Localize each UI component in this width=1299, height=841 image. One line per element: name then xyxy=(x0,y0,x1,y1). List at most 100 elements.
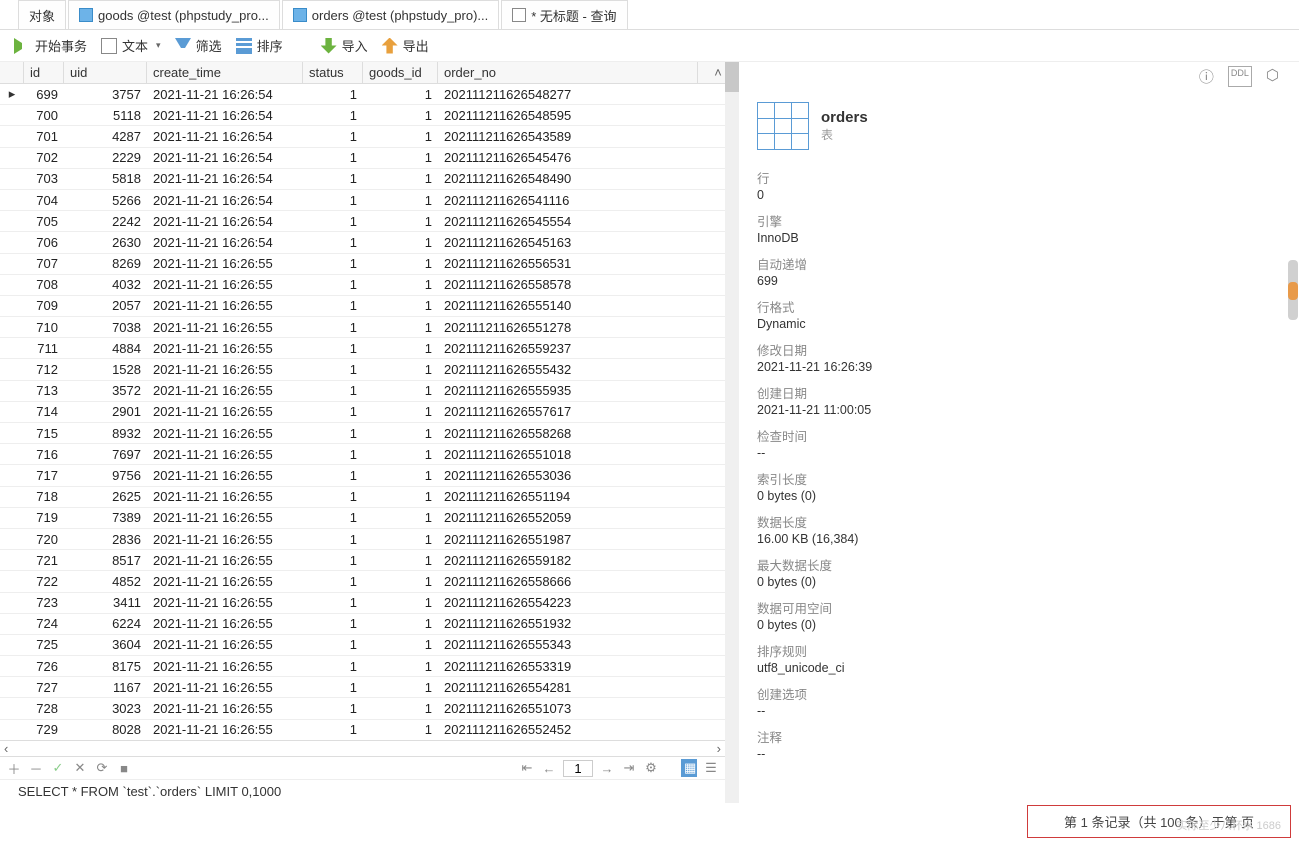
cell-goods-id[interactable]: 1 xyxy=(363,317,438,337)
first-page-button[interactable]: ⇤ xyxy=(519,760,535,776)
cell-create-time[interactable]: 2021-11-21 16:26:55 xyxy=(147,317,303,337)
cell-uid[interactable]: 4884 xyxy=(64,338,147,358)
cell-goods-id[interactable]: 1 xyxy=(363,550,438,570)
cell-id[interactable]: 722 xyxy=(24,571,64,591)
cell-order-no[interactable]: 202111211626555935 xyxy=(438,381,698,401)
cell-create-time[interactable]: 2021-11-21 16:26:55 xyxy=(147,529,303,549)
cell-status[interactable]: 1 xyxy=(303,338,363,358)
cell-order-no[interactable]: 202111211626551194 xyxy=(438,487,698,507)
cell-uid[interactable]: 2625 xyxy=(64,487,147,507)
cell-create-time[interactable]: 2021-11-21 16:26:55 xyxy=(147,508,303,528)
horizontal-scrollbar[interactable]: ‹› xyxy=(0,740,725,756)
cell-create-time[interactable]: 2021-11-21 16:26:55 xyxy=(147,593,303,613)
cell-goods-id[interactable]: 1 xyxy=(363,148,438,168)
cell-order-no[interactable]: 202111211626551987 xyxy=(438,529,698,549)
cell-status[interactable]: 1 xyxy=(303,148,363,168)
cell-goods-id[interactable]: 1 xyxy=(363,359,438,379)
cell-order-no[interactable]: 202111211626541116 xyxy=(438,190,698,210)
cell-status[interactable]: 1 xyxy=(303,190,363,210)
cell-order-no[interactable]: 202111211626558666 xyxy=(438,571,698,591)
col-create-time[interactable]: create_time xyxy=(147,62,303,83)
grid-view-button[interactable]: ▦ xyxy=(681,759,697,777)
cell-uid[interactable]: 7389 xyxy=(64,508,147,528)
last-page-button[interactable]: ⇥ xyxy=(621,760,637,776)
cell-id[interactable]: 710 xyxy=(24,317,64,337)
cell-goods-id[interactable]: 1 xyxy=(363,529,438,549)
table-row[interactable]: 714 2901 2021-11-21 16:26:55 1 1 2021112… xyxy=(0,402,725,423)
cell-uid[interactable]: 9756 xyxy=(64,465,147,485)
cell-uid[interactable]: 7697 xyxy=(64,444,147,464)
table-row[interactable]: 706 2630 2021-11-21 16:26:54 1 1 2021112… xyxy=(0,232,725,253)
cell-id[interactable]: 701 xyxy=(24,126,64,146)
col-order-no[interactable]: order_no xyxy=(438,62,698,83)
cell-uid[interactable]: 5118 xyxy=(64,105,147,125)
cell-goods-id[interactable]: 1 xyxy=(363,84,438,104)
table-row[interactable]: 709 2057 2021-11-21 16:26:55 1 1 2021112… xyxy=(0,296,725,317)
table-row[interactable]: ▸ 699 3757 2021-11-21 16:26:54 1 1 20211… xyxy=(0,84,725,105)
table-row[interactable]: 723 3411 2021-11-21 16:26:55 1 1 2021112… xyxy=(0,593,725,614)
cell-create-time[interactable]: 2021-11-21 16:26:55 xyxy=(147,444,303,464)
cell-goods-id[interactable]: 1 xyxy=(363,593,438,613)
cell-goods-id[interactable]: 1 xyxy=(363,487,438,507)
cell-id[interactable]: 708 xyxy=(24,275,64,295)
cell-status[interactable]: 1 xyxy=(303,84,363,104)
cell-status[interactable]: 1 xyxy=(303,402,363,422)
cell-status[interactable]: 1 xyxy=(303,465,363,485)
cell-uid[interactable]: 4852 xyxy=(64,571,147,591)
cell-create-time[interactable]: 2021-11-21 16:26:54 xyxy=(147,169,303,189)
col-id[interactable]: id xyxy=(24,62,64,83)
cell-id[interactable]: 723 xyxy=(24,593,64,613)
cell-create-time[interactable]: 2021-11-21 16:26:54 xyxy=(147,126,303,146)
cell-id[interactable]: 721 xyxy=(24,550,64,570)
tab[interactable]: 对象 xyxy=(18,0,66,29)
cell-goods-id[interactable]: 1 xyxy=(363,508,438,528)
export-button[interactable]: 导出 xyxy=(382,36,429,55)
cell-order-no[interactable]: 202111211626548490 xyxy=(438,169,698,189)
tab[interactable]: orders @test (phpstudy_pro)... xyxy=(282,0,500,29)
cell-goods-id[interactable]: 1 xyxy=(363,423,438,443)
cell-id[interactable]: 706 xyxy=(24,232,64,252)
cell-order-no[interactable]: 202111211626559182 xyxy=(438,550,698,570)
cell-order-no[interactable]: 202111211626543589 xyxy=(438,126,698,146)
cell-uid[interactable]: 8028 xyxy=(64,720,147,740)
text-button[interactable]: 文本 xyxy=(101,36,161,55)
page-input[interactable] xyxy=(563,760,593,777)
cell-status[interactable]: 1 xyxy=(303,317,363,337)
table-row[interactable]: 712 1528 2021-11-21 16:26:55 1 1 2021112… xyxy=(0,359,725,380)
next-page-button[interactable]: → xyxy=(599,761,615,776)
import-button[interactable]: 导入 xyxy=(321,36,368,55)
cell-goods-id[interactable]: 1 xyxy=(363,444,438,464)
cell-id[interactable]: 714 xyxy=(24,402,64,422)
cell-status[interactable]: 1 xyxy=(303,677,363,697)
cell-order-no[interactable]: 202111211626559237 xyxy=(438,338,698,358)
cell-id[interactable]: 705 xyxy=(24,211,64,231)
table-row[interactable]: 716 7697 2021-11-21 16:26:55 1 1 2021112… xyxy=(0,444,725,465)
cell-status[interactable]: 1 xyxy=(303,232,363,252)
cell-id[interactable]: 716 xyxy=(24,444,64,464)
cell-goods-id[interactable]: 1 xyxy=(363,296,438,316)
cell-goods-id[interactable]: 1 xyxy=(363,656,438,676)
cell-status[interactable]: 1 xyxy=(303,656,363,676)
apply-button[interactable]: ✓ xyxy=(50,760,66,776)
prev-page-button[interactable]: ← xyxy=(541,761,557,776)
table-row[interactable]: 710 7038 2021-11-21 16:26:55 1 1 2021112… xyxy=(0,317,725,338)
scroll-up-icon[interactable]: ˄ xyxy=(711,65,725,80)
cell-status[interactable]: 1 xyxy=(303,423,363,443)
table-row[interactable]: 711 4884 2021-11-21 16:26:55 1 1 2021112… xyxy=(0,338,725,359)
cell-uid[interactable]: 3572 xyxy=(64,381,147,401)
table-row[interactable]: 715 8932 2021-11-21 16:26:55 1 1 2021112… xyxy=(0,423,725,444)
cell-status[interactable]: 1 xyxy=(303,698,363,718)
add-row-button[interactable]: ＋ xyxy=(6,759,22,778)
table-row[interactable]: 725 3604 2021-11-21 16:26:55 1 1 2021112… xyxy=(0,635,725,656)
cell-goods-id[interactable]: 1 xyxy=(363,698,438,718)
cell-create-time[interactable]: 2021-11-21 16:26:54 xyxy=(147,211,303,231)
cell-create-time[interactable]: 2021-11-21 16:26:55 xyxy=(147,656,303,676)
cell-uid[interactable]: 6224 xyxy=(64,614,147,634)
table-row[interactable]: 722 4852 2021-11-21 16:26:55 1 1 2021112… xyxy=(0,571,725,592)
cell-order-no[interactable]: 202111211626551278 xyxy=(438,317,698,337)
cell-create-time[interactable]: 2021-11-21 16:26:55 xyxy=(147,296,303,316)
cell-goods-id[interactable]: 1 xyxy=(363,232,438,252)
cell-create-time[interactable]: 2021-11-21 16:26:55 xyxy=(147,677,303,697)
cell-id[interactable]: 729 xyxy=(24,720,64,740)
table-row[interactable]: 729 8028 2021-11-21 16:26:55 1 1 2021112… xyxy=(0,720,725,740)
